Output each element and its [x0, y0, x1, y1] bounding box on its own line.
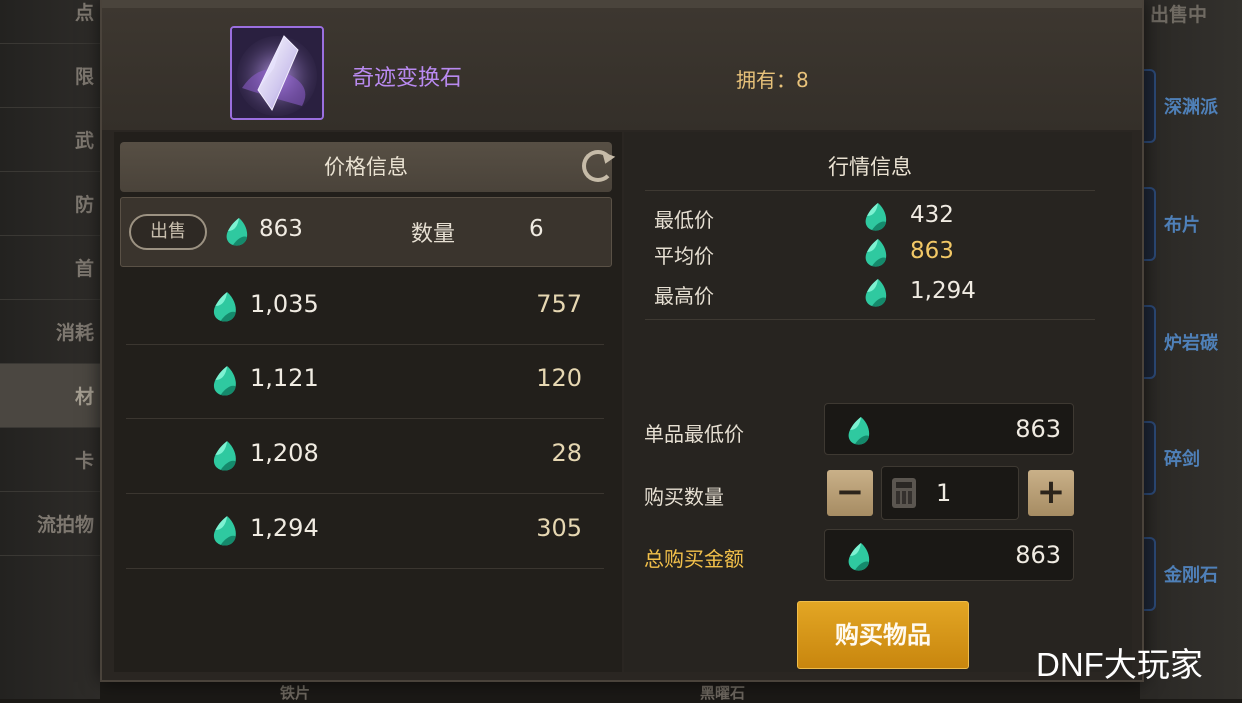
buy-quantity-label: 购买数量	[644, 485, 724, 509]
lowest-price-value: 432	[910, 202, 954, 228]
listing-quantity: 6	[529, 216, 544, 242]
listing-quantity: 120	[536, 364, 582, 392]
listing-row[interactable]: 1,208 28	[126, 419, 604, 494]
listing-price: 1,035	[250, 290, 319, 318]
item-name: 奇迹变换石	[352, 66, 463, 91]
divider	[645, 190, 1095, 191]
item-header: 奇迹变换石 拥有：8	[102, 8, 1142, 130]
gem-icon	[847, 416, 871, 446]
price-info-header: 价格信息	[120, 142, 614, 192]
bg-menu-item: 武	[0, 108, 100, 172]
listing-quantity: 28	[551, 439, 582, 467]
listing-price: 1,208	[250, 439, 319, 467]
buy-item-button[interactable]: 购买物品	[797, 601, 969, 669]
listing-price: 1,121	[250, 364, 319, 392]
increase-quantity-button[interactable]: +	[1028, 470, 1074, 516]
bg-right-item: 深渊派	[1142, 64, 1242, 148]
gem-icon	[225, 217, 249, 247]
crystal-item-icon[interactable]	[230, 26, 324, 120]
bg-item-label: 布片	[1164, 215, 1200, 236]
listing-row[interactable]: 1,035 757	[126, 270, 604, 345]
bg-right-item: 炉岩碳	[1142, 300, 1242, 384]
listing-row[interactable]: 1,294 305	[126, 494, 604, 569]
gem-icon	[212, 291, 238, 323]
background-left-menu: 点 限 武 防 首 消耗 材 卡 流拍物	[0, 0, 100, 699]
gem-icon	[212, 365, 238, 397]
unit-min-price-value: 863	[1015, 415, 1061, 443]
bg-item-label: 深渊派	[1164, 97, 1218, 118]
refresh-icon[interactable]	[582, 150, 614, 182]
decrease-quantity-button[interactable]: −	[827, 470, 873, 516]
bg-menu-item: 点	[0, 0, 100, 44]
highest-price-value: 1,294	[910, 278, 976, 304]
total-amount-value: 863	[1015, 541, 1061, 569]
divider	[645, 319, 1095, 320]
lowest-price-label: 最低价	[654, 208, 714, 232]
gem-icon	[864, 238, 888, 272]
quantity-value: 1	[936, 479, 952, 507]
bg-item-label: 金刚石	[1164, 565, 1218, 586]
bg-menu-item: 材	[0, 364, 100, 428]
bg-item-label: 碎剑	[1164, 449, 1200, 470]
bg-menu-item: 流拍物	[0, 492, 100, 556]
bg-item-label: 炉岩碳	[1164, 333, 1218, 354]
quantity-label: 数量	[411, 222, 456, 247]
bg-right-item: 碎剑	[1142, 416, 1242, 500]
bg-menu-item: 卡	[0, 428, 100, 492]
owned-count: 拥有：8	[736, 68, 809, 92]
highest-price-label: 最高价	[654, 284, 714, 308]
watermark: DNF大玩家	[1036, 646, 1203, 683]
bg-menu-item: 消耗	[0, 300, 100, 364]
total-amount-field: 863	[824, 529, 1074, 581]
bg-right-item: 布片	[1142, 182, 1242, 266]
bg-item-thumb	[1142, 421, 1156, 495]
bg-bottom-item: 铁片	[280, 684, 311, 702]
lowest-listing-row[interactable]: 出售 863 数量 6	[120, 197, 612, 267]
bg-right-item: 金刚石	[1142, 532, 1242, 616]
average-price-value: 863	[910, 238, 954, 264]
bg-item-thumb	[1142, 537, 1156, 611]
bg-item-thumb	[1142, 69, 1156, 143]
purchase-dialog: 奇迹变换石 拥有：8 价格信息 出售 863 数量 6 1,035 757 1,…	[100, 0, 1144, 682]
bg-menu-item: 首	[0, 236, 100, 300]
bg-item-thumb	[1142, 187, 1156, 261]
sell-button[interactable]: 出售	[129, 214, 207, 250]
bg-bottom-item: 黑曜石	[700, 684, 746, 702]
listing-quantity: 757	[536, 290, 582, 318]
gem-icon	[847, 542, 871, 572]
bg-item-thumb	[1142, 305, 1156, 379]
unit-min-price-label: 单品最低价	[644, 422, 744, 446]
price-info-title: 价格信息	[324, 155, 408, 179]
gem-icon	[864, 278, 888, 312]
calculator-icon[interactable]	[892, 478, 916, 508]
gem-icon	[212, 440, 238, 472]
gem-icon	[212, 515, 238, 547]
unit-min-price-field: 863	[824, 403, 1074, 455]
total-amount-label: 总购买金额	[644, 547, 744, 571]
gem-icon	[864, 202, 888, 236]
background-bottom: 铁片 黑曜石	[180, 682, 800, 702]
listing-row[interactable]: 1,121 120	[126, 344, 604, 419]
quantity-input[interactable]: 1	[881, 466, 1019, 520]
listing-price: 863	[259, 216, 303, 242]
bg-menu-item: 防	[0, 172, 100, 236]
market-info-title: 行情信息	[828, 155, 912, 179]
listing-price: 1,294	[250, 514, 319, 542]
bg-selling-label: 出售中	[1150, 4, 1208, 26]
average-price-label: 平均价	[654, 244, 714, 268]
listing-quantity: 305	[536, 514, 582, 542]
bg-menu-item: 限	[0, 44, 100, 108]
